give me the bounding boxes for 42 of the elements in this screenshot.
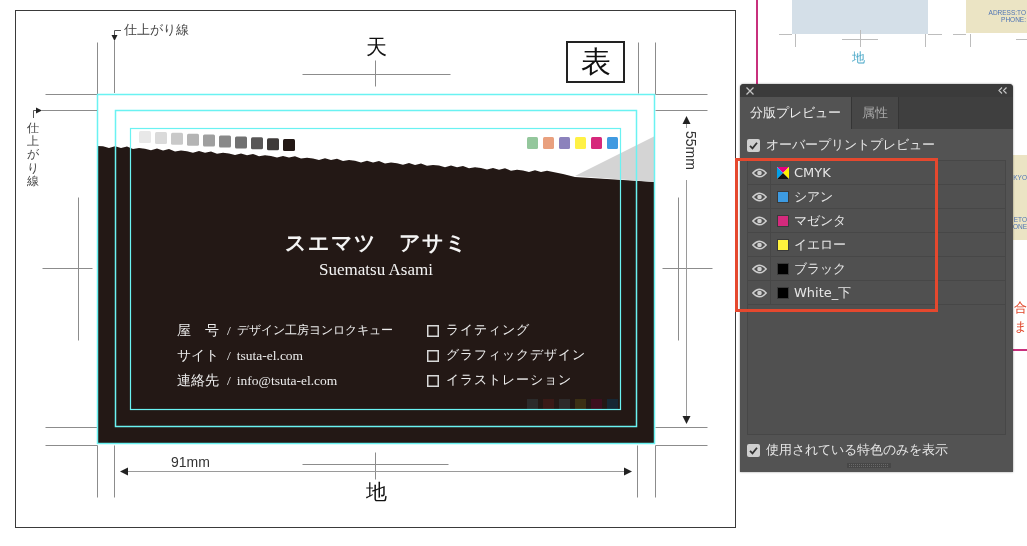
detail-line: サイト / tsuta-el.com [177,346,305,365]
checkbox-label[interactable]: 使用されている特色のみを表示 [766,441,948,459]
service-label: グラフィックデザイン [446,347,586,364]
dimension-label: 55mm [683,131,699,170]
service-label: イラストレーション [446,372,572,389]
close-icon[interactable] [746,86,754,95]
separation-name[interactable]: White_下 [794,283,852,302]
trim-line-label: 仕上がり線 [124,22,189,38]
separation-name[interactable]: シアン [794,187,833,206]
detail-line: 連絡先 / info@tsuta-el.com [177,371,339,390]
eye-icon[interactable] [751,287,767,298]
collapse-icon[interactable] [998,87,1007,94]
cmyk-swatch-icon [777,166,789,179]
separation-name[interactable]: CMYK [794,165,831,180]
checkbox-label[interactable]: オーバープリントプレビュー [766,136,935,154]
eye-icon[interactable] [751,239,767,250]
eye-icon[interactable] [751,191,767,202]
checkbox[interactable] [747,443,760,457]
eye-icon[interactable] [751,215,767,226]
dimension-label: 91mm [171,455,210,470]
checkbox[interactable] [747,138,760,152]
page-label: 地 [852,50,865,66]
top-edge-label: 天 [364,35,388,59]
separation-name[interactable]: ブラック [794,259,846,278]
note-text: ま [1014,319,1027,335]
separation-name[interactable]: イエロー [794,235,846,254]
tab[interactable]: 分版プレビュー [740,97,852,129]
separation-name[interactable]: マゼンタ [794,211,846,230]
name-roman: Suematsu Asami [319,260,433,280]
leader-arrow [111,30,122,94]
side-badge: 表 [566,41,625,83]
name-kana: スエマツ アサミ [284,230,468,257]
note-text: 合 [1014,300,1027,316]
tab[interactable]: 属性 [852,97,899,129]
eye-icon[interactable] [751,167,767,178]
trim-line-label: 仕上がり線 [27,122,39,188]
resize-grip-icon[interactable] [846,463,891,468]
service-label: ライティング [446,322,530,339]
leader-arrow [33,107,98,119]
eye-icon[interactable] [751,263,767,274]
detail-line: 屋 号 / デザイン工房ヨンロクキュー [177,321,393,340]
bottom-edge-label: 地 [364,480,388,504]
